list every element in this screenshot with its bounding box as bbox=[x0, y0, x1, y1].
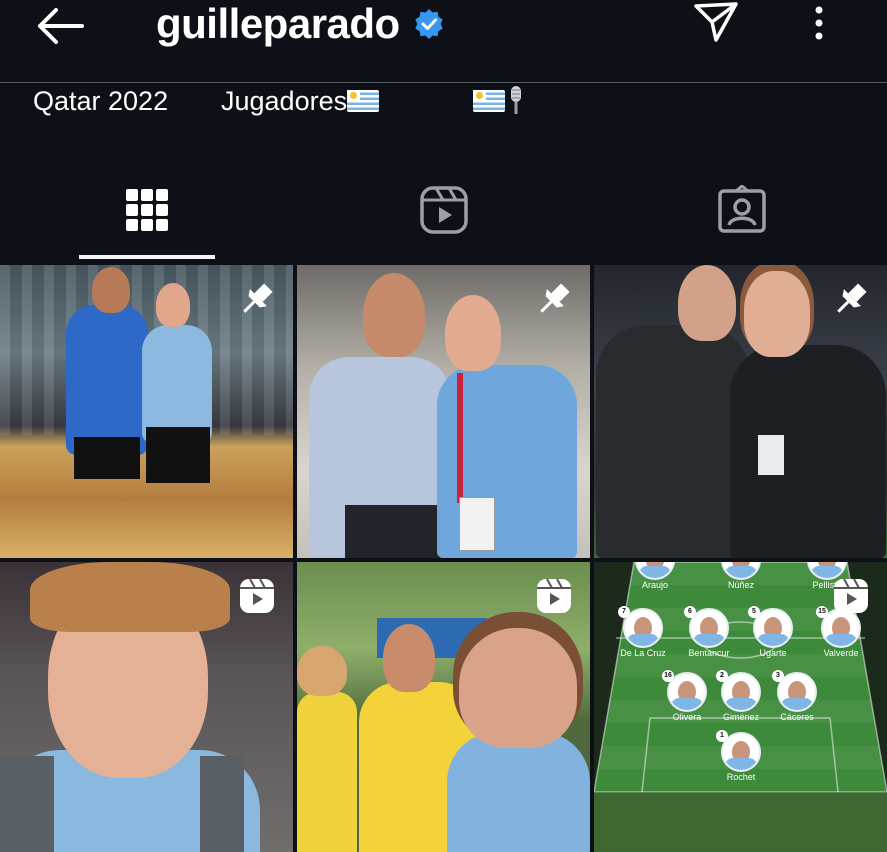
pin-icon bbox=[837, 283, 867, 313]
reel-icon bbox=[834, 578, 868, 613]
player-avatar bbox=[721, 562, 761, 580]
player-marker: 3 Cáceres bbox=[772, 670, 818, 722]
highlight-jugadores[interactable]: Jugadores bbox=[221, 86, 380, 117]
backpack-strap bbox=[0, 756, 54, 852]
person-blue-shirt bbox=[66, 305, 148, 455]
person-black-jacket bbox=[730, 345, 886, 558]
pin-icon bbox=[243, 283, 273, 313]
more-options-icon[interactable] bbox=[808, 2, 830, 44]
player-marker: 7 De La Cruz bbox=[618, 606, 666, 658]
player-marker: Araujo bbox=[634, 562, 676, 590]
tagged-icon bbox=[718, 185, 766, 233]
top-bar: guilleparado bbox=[0, 0, 887, 83]
verified-badge-icon bbox=[415, 9, 443, 39]
posts-grid: Araujo Núñez Pellistri 7 De La Cruz 6 Bent… bbox=[0, 265, 887, 852]
trousers bbox=[345, 505, 443, 558]
player-marker: 5 Ugarte bbox=[748, 606, 794, 658]
profile-header: guilleparado bbox=[156, 0, 444, 48]
shorts bbox=[146, 427, 210, 483]
back-arrow-icon[interactable] bbox=[32, 4, 88, 48]
grid-icon bbox=[126, 189, 168, 231]
person-hat bbox=[297, 646, 347, 696]
post-thumbnail[interactable] bbox=[0, 265, 293, 558]
person-head bbox=[92, 267, 130, 313]
uruguay-flag-icon bbox=[473, 90, 505, 112]
highlight-qatar-2022[interactable]: Qatar 2022 bbox=[33, 86, 168, 117]
microphone-icon bbox=[511, 86, 521, 114]
post-thumbnail[interactable]: Araujo Núñez Pellistri 7 De La Cruz 6 Bent… bbox=[594, 562, 887, 852]
player-avatar bbox=[635, 562, 675, 580]
story-highlights: Qatar 2022 Jugadores bbox=[0, 86, 887, 122]
username-title: guilleparado bbox=[156, 0, 400, 47]
accreditation-badge bbox=[459, 497, 495, 551]
person-head bbox=[445, 295, 501, 371]
person-uruguay-jersey bbox=[447, 732, 590, 852]
person-head bbox=[459, 628, 577, 748]
highlight-uruguay-mic[interactable] bbox=[473, 86, 523, 117]
person-head bbox=[744, 271, 810, 357]
post-thumbnail[interactable] bbox=[0, 562, 293, 852]
post-thumbnail[interactable] bbox=[594, 265, 887, 558]
player-marker: Núñez bbox=[720, 562, 762, 590]
person-head bbox=[156, 283, 190, 327]
person-black-jacket bbox=[596, 325, 750, 558]
person-yellow-jersey bbox=[297, 692, 357, 852]
post-thumbnail[interactable] bbox=[297, 265, 590, 558]
send-icon[interactable] bbox=[690, 0, 742, 44]
person-hair bbox=[30, 562, 230, 632]
backpack-strap bbox=[200, 756, 244, 852]
shorts bbox=[74, 437, 140, 479]
tab-grid[interactable] bbox=[77, 160, 217, 260]
tab-reels[interactable] bbox=[374, 160, 514, 260]
player-marker: 1 Rochet bbox=[716, 730, 762, 782]
staff-badge bbox=[758, 435, 784, 475]
uruguay-flag-icon bbox=[347, 90, 380, 112]
profile-tabs bbox=[0, 160, 887, 260]
tab-tagged[interactable] bbox=[672, 160, 812, 260]
selected-tab-indicator bbox=[79, 255, 215, 259]
person-head bbox=[363, 273, 425, 357]
lanyard bbox=[457, 373, 463, 503]
player-avatar bbox=[807, 562, 847, 580]
person-head bbox=[678, 265, 736, 341]
reels-icon bbox=[420, 186, 468, 234]
person-light-blue-shirt bbox=[142, 325, 212, 443]
person-head bbox=[383, 624, 435, 692]
pin-icon bbox=[540, 283, 570, 313]
reel-icon bbox=[537, 578, 571, 613]
player-marker: 6 Bentancur bbox=[684, 606, 730, 658]
post-thumbnail[interactable] bbox=[297, 562, 590, 852]
reel-icon bbox=[240, 578, 274, 613]
